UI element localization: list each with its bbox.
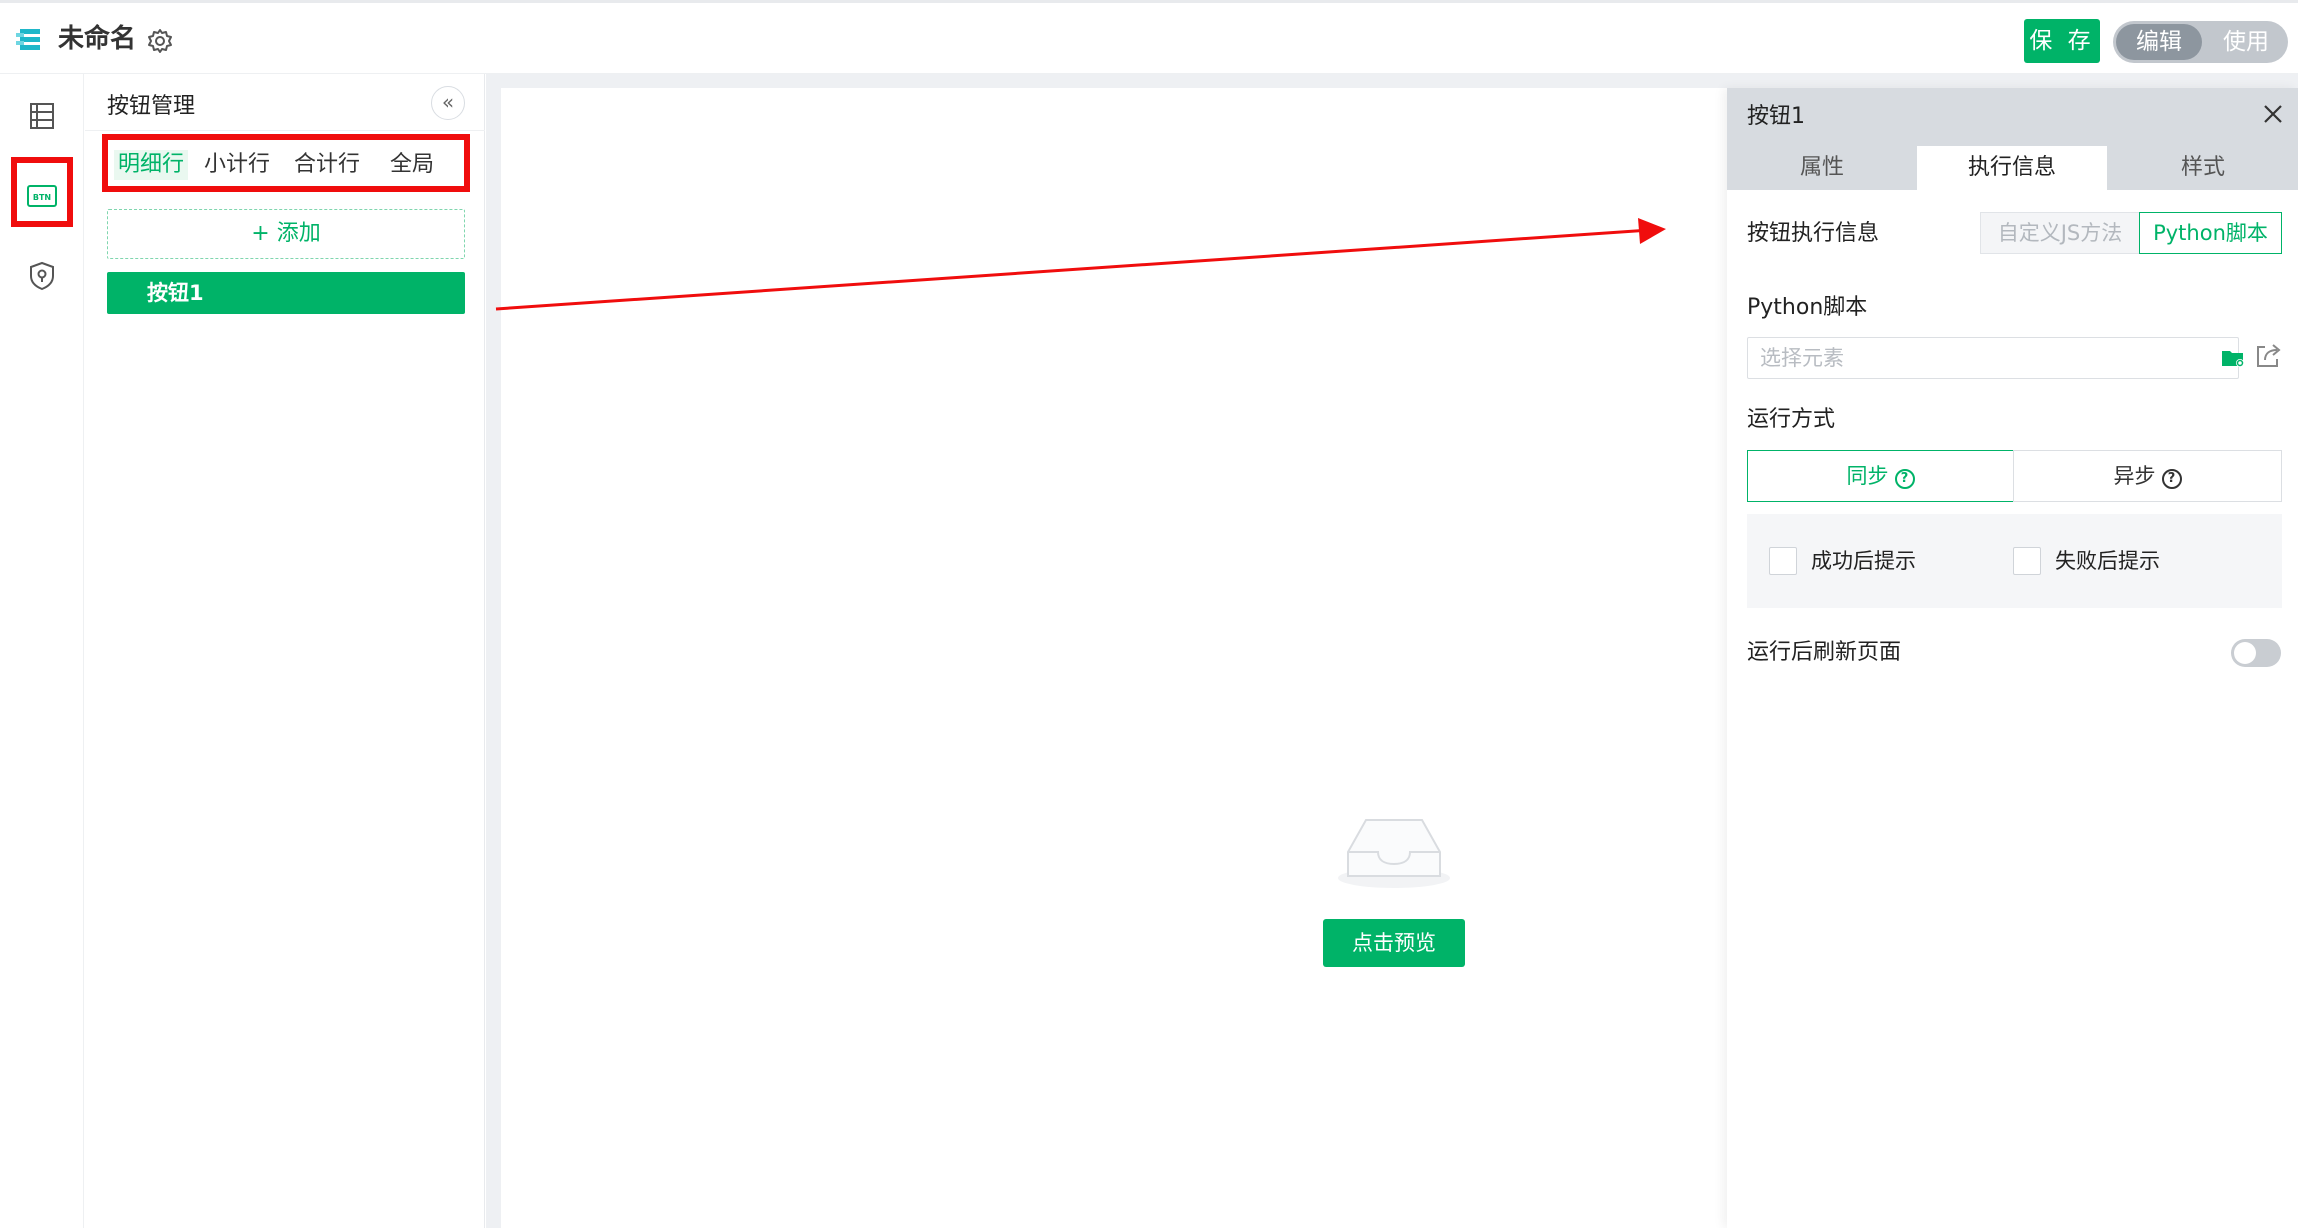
tips-options: 成功后提示 失败后提示 (1747, 514, 2282, 608)
tab-attributes[interactable]: 属性 (1727, 146, 1917, 190)
button-list-item[interactable]: 按钮1 (107, 272, 465, 314)
script-placeholder: 选择元素 (1760, 346, 1844, 370)
mode-use-option[interactable]: 使用 (2208, 24, 2284, 60)
annotation-highlight-box (11, 157, 73, 227)
save-button[interactable]: 保 存 (2024, 19, 2100, 63)
property-title: 按钮1 (1747, 104, 1805, 129)
tab-detail-row[interactable]: 明细行 (114, 150, 188, 180)
shield-icon (30, 261, 54, 291)
run-mode-async[interactable]: 异步? (2013, 450, 2282, 502)
exec-info-label: 按钮执行信息 (1747, 221, 1880, 246)
mode-edit-option[interactable]: 编辑 (2116, 24, 2202, 60)
collapse-icon[interactable]: « (431, 86, 465, 120)
property-header: 按钮1 (1727, 88, 2298, 146)
top-bar: 未命名 保 存 编辑 使用 (0, 0, 2298, 74)
script-select-input[interactable]: 选择元素 (1747, 337, 2244, 379)
success-tip-label: 成功后提示 (1811, 549, 1916, 573)
panel-title: 按钮管理 (107, 94, 196, 119)
fail-tip-checkbox[interactable] (2013, 547, 2041, 575)
fail-tip-label: 失败后提示 (2055, 549, 2160, 573)
run-mode-async-label: 异步 (2113, 464, 2156, 488)
exec-option-python[interactable]: Python脚本 (2139, 212, 2282, 254)
success-tip-checkbox[interactable] (1769, 547, 1797, 575)
left-rail: BTN (0, 74, 84, 1228)
refresh-toggle[interactable] (2231, 639, 2281, 667)
property-tabs: 属性 执行信息 样式 (1727, 146, 2298, 190)
property-panel: 按钮1 属性 执行信息 样式 按钮执行信息 自定义JS方法 Python脚本 P… (1727, 88, 2298, 1228)
empty-inbox-icon (1338, 819, 1450, 888)
tab-subtotal-row[interactable]: 小计行 (200, 150, 274, 180)
table-icon (30, 103, 54, 129)
rail-item-table[interactable] (20, 94, 64, 138)
tab-global[interactable]: 全局 (384, 150, 440, 180)
run-mode-sync[interactable]: 同步? (1747, 450, 2014, 502)
preview-button[interactable]: 点击预览 (1323, 919, 1465, 967)
design-canvas (501, 88, 1727, 1228)
rail-item-security[interactable] (20, 254, 64, 298)
report-app-icon (16, 29, 40, 50)
exec-option-js[interactable]: 自定义JS方法 (1980, 212, 2140, 254)
mode-toggle[interactable]: 编辑 使用 (2113, 21, 2288, 63)
refresh-label: 运行后刷新页面 (1747, 640, 1902, 665)
help-icon: ? (1894, 469, 1915, 489)
report-title[interactable]: 未命名 (58, 21, 136, 57)
toggle-knob (2234, 642, 2256, 664)
run-mode-sync-label: 同步 (1846, 464, 1889, 488)
share-icon[interactable] (2253, 341, 2283, 371)
gear-icon[interactable] (146, 27, 174, 55)
folder-icon[interactable] (2221, 348, 2245, 368)
run-mode-label: 运行方式 (1747, 407, 1836, 432)
tab-execution[interactable]: 执行信息 (1917, 146, 2107, 190)
row-type-tabs: 明细行 小计行 合计行 全局 (102, 134, 470, 192)
divider (85, 130, 485, 131)
close-icon[interactable] (2259, 100, 2287, 128)
button-manager-panel: 按钮管理 « 明细行 小计行 合计行 全局 + 添加 按钮1 (85, 74, 485, 1228)
tab-total-row[interactable]: 合计行 (290, 150, 364, 180)
tab-style[interactable]: 样式 (2108, 146, 2298, 190)
script-label: Python脚本 (1747, 295, 1868, 320)
help-icon: ? (2161, 469, 2182, 489)
add-button[interactable]: + 添加 (107, 209, 465, 259)
